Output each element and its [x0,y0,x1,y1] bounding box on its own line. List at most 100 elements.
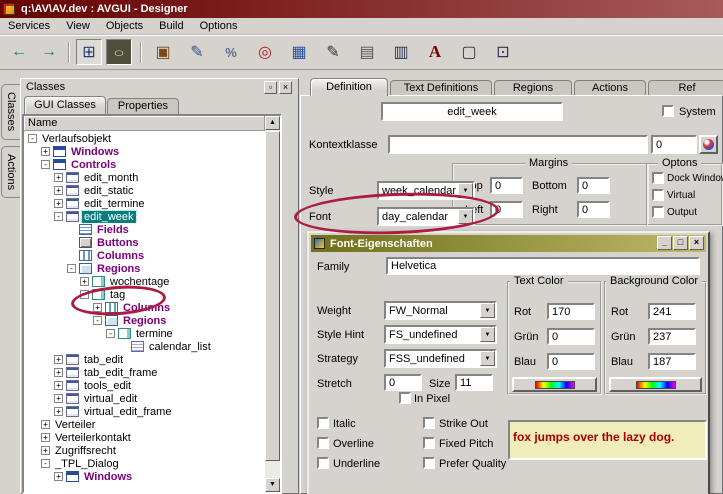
tree-item-virtual-edit[interactable]: +virtual_edit [24,392,265,405]
tree-item-verteilerkontakt[interactable]: +Verteilerkontakt [24,431,265,444]
chevron-down-icon[interactable]: ▼ [480,327,495,342]
bg-color-picker-button[interactable] [609,377,702,392]
expander-icon[interactable]: + [41,446,50,455]
family-field[interactable] [386,257,700,275]
expander-icon[interactable]: + [54,472,63,481]
margin-bottom-field[interactable] [577,177,610,194]
tree-item-tpl-windows[interactable]: +Windows [24,470,265,483]
dialog-titlebar[interactable]: Font-Eigenschaften [311,235,706,252]
tree-item-tools-edit[interactable]: +tools_edit [24,379,265,392]
text-color-picker-button[interactable] [512,377,597,392]
chevron-down-icon[interactable]: ▼ [480,303,495,318]
menu-item-objects[interactable]: Objects [98,19,151,33]
dialog-close-button[interactable]: × [689,236,704,250]
expander-icon[interactable]: - [67,264,76,273]
expander-icon[interactable]: - [106,329,115,338]
tree-item-columns[interactable]: Columns [24,249,265,262]
bg-blau-field[interactable] [648,353,696,370]
text-rot-field[interactable] [547,303,595,320]
scroll-up-button[interactable]: ▲ [265,116,280,130]
copy-button[interactable]: ▥ [388,39,414,65]
class-lookup-button[interactable] [699,135,718,154]
target-button[interactable]: ◎ [252,39,278,65]
expander-icon[interactable]: - [28,134,37,143]
margin-top-field[interactable] [490,177,523,194]
chevron-down-icon[interactable]: ▼ [480,351,495,366]
tab-gui-classes[interactable]: GUI Classes [24,96,106,114]
expander-icon[interactable]: + [41,147,50,156]
name-column-header[interactable]: Name [24,116,265,131]
panel-close-button[interactable]: × [279,81,292,94]
tree-item-calendar-list[interactable]: calendar_list [24,340,265,353]
expander-icon[interactable]: + [54,355,63,364]
chevron-down-icon[interactable]: ▼ [458,209,473,224]
style-combo[interactable]: week_calendar ▼ [377,181,475,200]
expander-icon[interactable]: + [54,407,63,416]
tree-item-windows[interactable]: +Windows [24,145,265,158]
tree-item-edit-static[interactable]: +edit_static [24,184,265,197]
percent-button[interactable]: % [218,39,244,65]
expander-icon[interactable]: + [80,277,89,286]
back-button[interactable]: ← [6,39,32,65]
bg-rot-field[interactable] [648,303,696,320]
font-button[interactable]: A [422,39,448,65]
expander-icon[interactable]: - [41,160,50,169]
tree-item-edit-month[interactable]: +edit_month [24,171,265,184]
dock-float-button[interactable]: ▫ [264,81,277,94]
font-combo[interactable]: day_calendar ▼ [377,207,475,226]
expander-icon[interactable]: - [80,290,89,299]
printer-button[interactable]: ▤ [354,39,380,65]
text-blau-field[interactable] [547,353,595,370]
strategy-combo[interactable]: FSS_undefined ▼ [384,349,497,368]
kontext-number-field[interactable] [651,135,697,154]
tree-item-controls[interactable]: -Controls [24,158,265,171]
screen-button[interactable]: ▢ [456,39,482,65]
pencil-button[interactable]: ✎ [320,39,346,65]
scrollbar-thumb[interactable] [265,131,280,461]
expander-icon[interactable]: + [41,420,50,429]
tree-item-tag-regions[interactable]: -Regions [24,314,265,327]
side-tab-classes[interactable]: Classes [1,84,20,140]
expander-icon[interactable]: + [54,368,63,377]
expander-icon[interactable]: + [41,433,50,442]
margin-right-field[interactable] [577,201,610,218]
expander-icon[interactable]: + [54,394,63,403]
menu-item-build[interactable]: Build [151,19,191,33]
menu-item-view[interactable]: View [58,19,98,33]
expander-icon[interactable]: - [54,212,63,221]
tree-item-edit-week[interactable]: -edit_week [24,210,265,223]
dialog-maximize-button[interactable]: □ [673,236,688,250]
expander-icon[interactable]: + [54,173,63,182]
tab-regions[interactable]: Regions [494,80,572,96]
edit-note-button[interactable]: ✎ [184,39,210,65]
expander-icon[interactable]: + [54,186,63,195]
size-field[interactable] [455,374,493,391]
tab-text-definitions[interactable]: Text Definitions [390,80,492,96]
forward-button[interactable]: → [36,39,62,65]
tree-item-buttons[interactable]: Buttons [24,236,265,249]
dialog-minimize-button[interactable]: _ [657,236,672,250]
menu-item-services[interactable]: Services [0,19,58,33]
tree-item-tpl-dialog[interactable]: -_TPL_Dialog [24,457,265,470]
grid-button[interactable]: ▦ [286,39,312,65]
style-hint-combo[interactable]: FS_undefined ▼ [384,325,497,344]
tree-item-tag-columns[interactable]: +Columns [24,301,265,314]
hierarchy-button[interactable]: ⊞ [76,39,102,65]
tree-item-fields[interactable]: Fields [24,223,265,236]
class-name-field[interactable] [381,102,563,121]
tree-item-tab-edit[interactable]: +tab_edit [24,353,265,366]
tree-item-verlaufsobjekt[interactable]: -Verlaufsobjekt [24,132,265,145]
ellipse-tool-button[interactable]: ○ [106,39,132,65]
kontextklasse-field[interactable] [388,135,648,154]
tree-item-edit-termine[interactable]: +edit_termine [24,197,265,210]
tree-item-zugriffsrecht[interactable]: +Zugriffsrecht [24,444,265,457]
tab-properties[interactable]: Properties [107,98,179,114]
expander-icon[interactable]: - [41,459,50,468]
tabs-button[interactable]: ⊡ [490,39,516,65]
expander-icon[interactable]: + [54,199,63,208]
window-titlebar[interactable]: q:\AV\AV.dev : AVGUI - Designer [0,0,723,18]
menu-item-options[interactable]: Options [192,19,246,33]
chevron-down-icon[interactable]: ▼ [458,183,473,198]
tree-item-regions[interactable]: -Regions [24,262,265,275]
package-button[interactable]: ▣ [150,39,176,65]
